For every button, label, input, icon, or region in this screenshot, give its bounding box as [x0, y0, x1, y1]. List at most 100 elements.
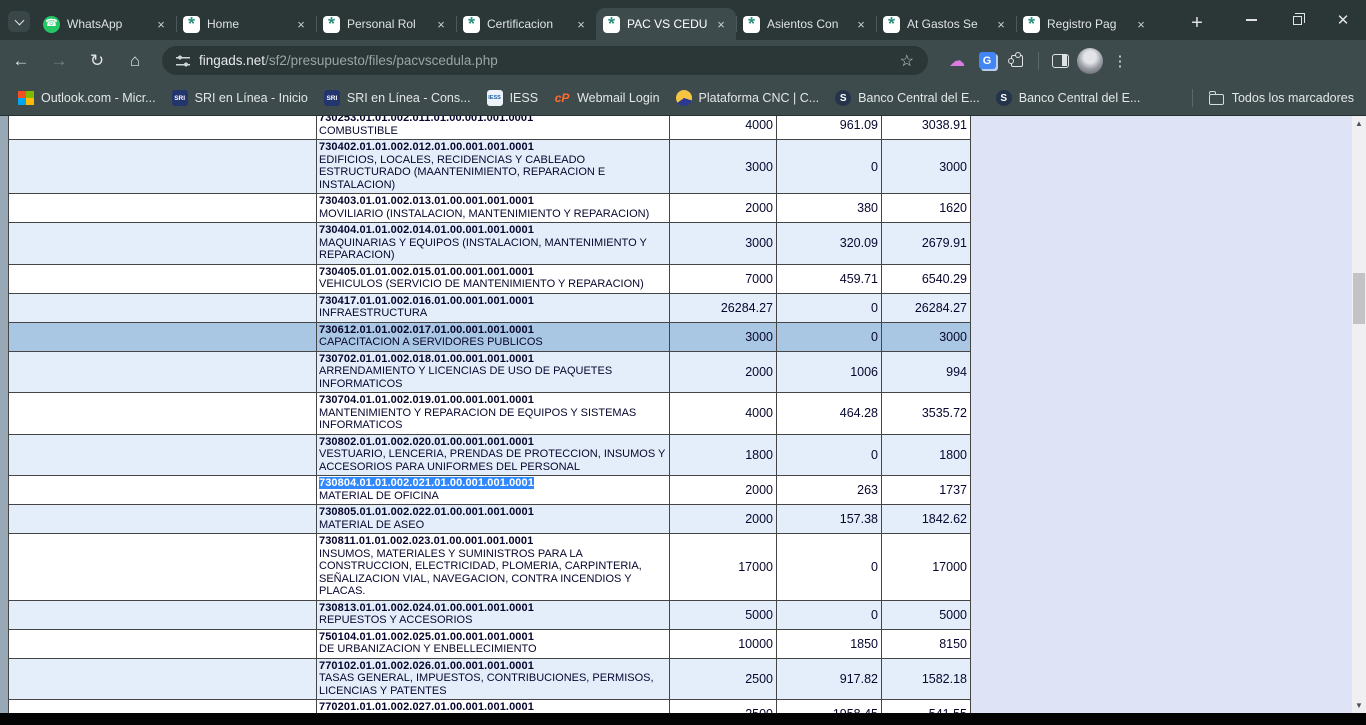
cloud-icon: ☁ — [949, 51, 965, 71]
bookmark-sri-en-l-nea-cons[interactable]: SRI SRI en Línea - Cons... — [316, 86, 479, 110]
tab-close-icon[interactable]: × — [1133, 16, 1149, 32]
account-cell[interactable]: 730402.01.01.002.012.01.00.001.001.0001E… — [317, 140, 670, 194]
account-cell[interactable]: 770201.01.01.002.027.01.00.001.001.0001S… — [317, 700, 670, 714]
all-bookmarks[interactable]: Todos los marcadores — [1192, 89, 1366, 107]
scroll-up-arrow[interactable]: ▲ — [1352, 116, 1366, 131]
table-row[interactable]: 730704.01.01.002.019.01.00.001.001.0001M… — [9, 393, 971, 435]
account-cell[interactable]: 730253.01.01.002.011.01.00.001.001.0001C… — [317, 116, 670, 140]
account-description: MOVILIARIO (INSTALACION, MANTENIMIENTO Y… — [319, 208, 667, 221]
table-row[interactable]: 730811.01.01.002.023.01.00.001.001.0001I… — [9, 534, 971, 601]
empty-cell — [9, 322, 317, 351]
home-button[interactable]: ⌂ — [118, 44, 152, 78]
table-row[interactable]: 730702.01.01.002.018.01.00.001.001.0001A… — [9, 351, 971, 393]
account-cell[interactable]: 730405.01.01.002.015.01.00.001.001.0001V… — [317, 264, 670, 293]
account-code: 730804.01.01.002.021.01.00.001.001.0001 — [319, 477, 667, 490]
translate-button[interactable]: G — [972, 46, 1002, 76]
table-row[interactable]: 730403.01.01.002.013.01.00.001.001.0001M… — [9, 194, 971, 223]
reload-button[interactable]: ↻ — [80, 44, 114, 78]
scroll-down-arrow[interactable]: ▼ — [1352, 698, 1366, 713]
forward-button[interactable]: → — [42, 44, 76, 78]
extension-cloud-button[interactable]: ☁ — [942, 46, 972, 76]
balance-amount-cell: 1800 — [882, 434, 971, 476]
profile-button[interactable] — [1075, 46, 1105, 76]
table-row[interactable]: 730405.01.01.002.015.01.00.001.001.0001V… — [9, 264, 971, 293]
tab-home[interactable]: Home × — [176, 8, 316, 40]
scrollbar-thumb[interactable] — [1353, 273, 1365, 324]
account-cell[interactable]: 730805.01.01.002.022.01.00.001.001.0001M… — [317, 505, 670, 534]
account-description: INFRAESTRUCTURA — [319, 307, 667, 320]
account-cell[interactable]: 730702.01.01.002.018.01.00.001.001.0001A… — [317, 351, 670, 393]
account-cell[interactable]: 770102.01.01.002.026.01.00.001.001.0001T… — [317, 658, 670, 700]
table-row[interactable]: 770102.01.01.002.026.01.00.001.001.0001T… — [9, 658, 971, 700]
globe-favicon-icon: S — [835, 90, 851, 106]
account-cell[interactable]: 730403.01.01.002.013.01.00.001.001.0001M… — [317, 194, 670, 223]
table-row[interactable]: 730805.01.01.002.022.01.00.001.001.0001M… — [9, 505, 971, 534]
tab-label: Certificacion — [487, 17, 573, 31]
bookmark-iess[interactable]: IESS IESS — [479, 86, 547, 110]
table-row[interactable]: 730417.01.01.002.016.01.00.001.001.0001I… — [9, 293, 971, 322]
account-description: TASAS GENERAL, IMPUESTOS, CONTRIBUCIONES… — [319, 672, 667, 697]
site-settings-icon[interactable] — [176, 54, 190, 68]
tab-close-icon[interactable]: × — [293, 16, 309, 32]
restore-button[interactable] — [1274, 0, 1320, 40]
account-cell[interactable]: 730802.01.01.002.020.01.00.001.001.0001V… — [317, 434, 670, 476]
tab-registro-pag[interactable]: Registro Pag × — [1016, 8, 1156, 40]
tab-close-icon[interactable]: × — [433, 16, 449, 32]
account-cell[interactable]: 730704.01.01.002.019.01.00.001.001.0001M… — [317, 393, 670, 435]
minimize-button[interactable] — [1228, 0, 1274, 40]
tab-close-icon[interactable]: × — [853, 16, 869, 32]
bookmark-outlook-com-micr[interactable]: Outlook.com - Micr... — [10, 86, 164, 110]
table-row[interactable]: 730612.01.01.002.017.01.00.001.001.0001C… — [9, 322, 971, 351]
table-row[interactable]: 730404.01.01.002.014.01.00.001.001.0001M… — [9, 223, 971, 265]
table-row[interactable]: 770201.01.01.002.027.01.00.001.001.0001S… — [9, 700, 971, 714]
tab-search-button[interactable] — [8, 11, 30, 32]
bottom-black-strip — [0, 713, 1366, 725]
account-cell[interactable]: 730417.01.01.002.016.01.00.001.001.0001I… — [317, 293, 670, 322]
account-cell[interactable]: 750104.01.01.002.025.01.00.001.001.0001D… — [317, 629, 670, 658]
minimize-icon — [1246, 19, 1257, 21]
table-row[interactable]: 730402.01.01.002.012.01.00.001.001.0001E… — [9, 140, 971, 194]
close-window-button[interactable]: ✕ — [1320, 0, 1366, 40]
extensions-button[interactable] — [1002, 46, 1032, 76]
tab-close-icon[interactable]: × — [713, 16, 729, 32]
table-row[interactable]: 730253.01.01.002.011.01.00.001.001.0001C… — [9, 116, 971, 140]
side-panel-button[interactable] — [1045, 46, 1075, 76]
tab-close-icon[interactable]: × — [993, 16, 1009, 32]
tab-certificacion[interactable]: Certificacion × — [456, 8, 596, 40]
account-code: 730405.01.01.002.015.01.00.001.001.0001 — [319, 266, 667, 279]
bookmark-banco-central-del-e[interactable]: S Banco Central del E... — [827, 86, 988, 110]
account-description: INSUMOS, MATERIALES Y SUMINISTROS PARA L… — [319, 548, 667, 598]
account-code: 730612.01.01.002.017.01.00.001.001.0001 — [319, 324, 667, 337]
tab-at-gastos-se[interactable]: At Gastos Se × — [876, 8, 1016, 40]
fingads-favicon-icon — [883, 16, 900, 33]
tab-asientos-con[interactable]: Asientos Con × — [736, 8, 876, 40]
account-cell[interactable]: 730813.01.01.002.024.01.00.001.001.0001R… — [317, 600, 670, 629]
browser-menu-button[interactable]: ⋮ — [1105, 46, 1135, 76]
tab-label: Registro Pag — [1047, 17, 1133, 31]
table-row[interactable]: 750104.01.01.002.025.01.00.001.001.0001D… — [9, 629, 971, 658]
table-row[interactable]: 730804.01.01.002.021.01.00.001.001.0001M… — [9, 476, 971, 505]
bookmark-plataforma-cnc-c[interactable]: Plataforma CNC | C... — [668, 86, 828, 110]
tab-personal-rol[interactable]: Personal Rol × — [316, 8, 456, 40]
account-cell[interactable]: 730804.01.01.002.021.01.00.001.001.0001M… — [317, 476, 670, 505]
bookmark-star-icon[interactable]: ☆ — [896, 51, 918, 71]
new-tab-button[interactable]: + — [1183, 9, 1211, 37]
account-cell[interactable]: 730612.01.01.002.017.01.00.001.001.0001C… — [317, 322, 670, 351]
account-cell[interactable]: 730404.01.01.002.014.01.00.001.001.0001M… — [317, 223, 670, 265]
tab-whatsapp[interactable]: WhatsApp × — [36, 8, 176, 40]
tab-close-icon[interactable]: × — [153, 16, 169, 32]
ms-favicon-icon — [18, 91, 34, 105]
account-cell[interactable]: 730811.01.01.002.023.01.00.001.001.0001I… — [317, 534, 670, 601]
address-bar[interactable]: fingads.net/sf2/presupuesto/files/pacvsc… — [162, 46, 928, 75]
back-button[interactable]: ← — [4, 44, 38, 78]
assigned-amount-cell: 5000 — [670, 600, 777, 629]
table-row[interactable]: 730802.01.01.002.020.01.00.001.001.0001V… — [9, 434, 971, 476]
tab-close-icon[interactable]: × — [573, 16, 589, 32]
bookmark-banco-central-del-e[interactable]: S Banco Central del E... — [988, 86, 1149, 110]
vertical-scrollbar[interactable]: ▲ ▼ — [1352, 116, 1366, 713]
table-row[interactable]: 730813.01.01.002.024.01.00.001.001.0001R… — [9, 600, 971, 629]
bookmark-webmail-login[interactable]: cP Webmail Login — [546, 86, 667, 110]
tab-label: WhatsApp — [67, 17, 153, 31]
tab-pac-vs-cedu[interactable]: PAC VS CEDU × — [596, 8, 736, 40]
bookmark-sri-en-l-nea-inicio[interactable]: SRI SRI en Línea - Inicio — [164, 86, 316, 110]
